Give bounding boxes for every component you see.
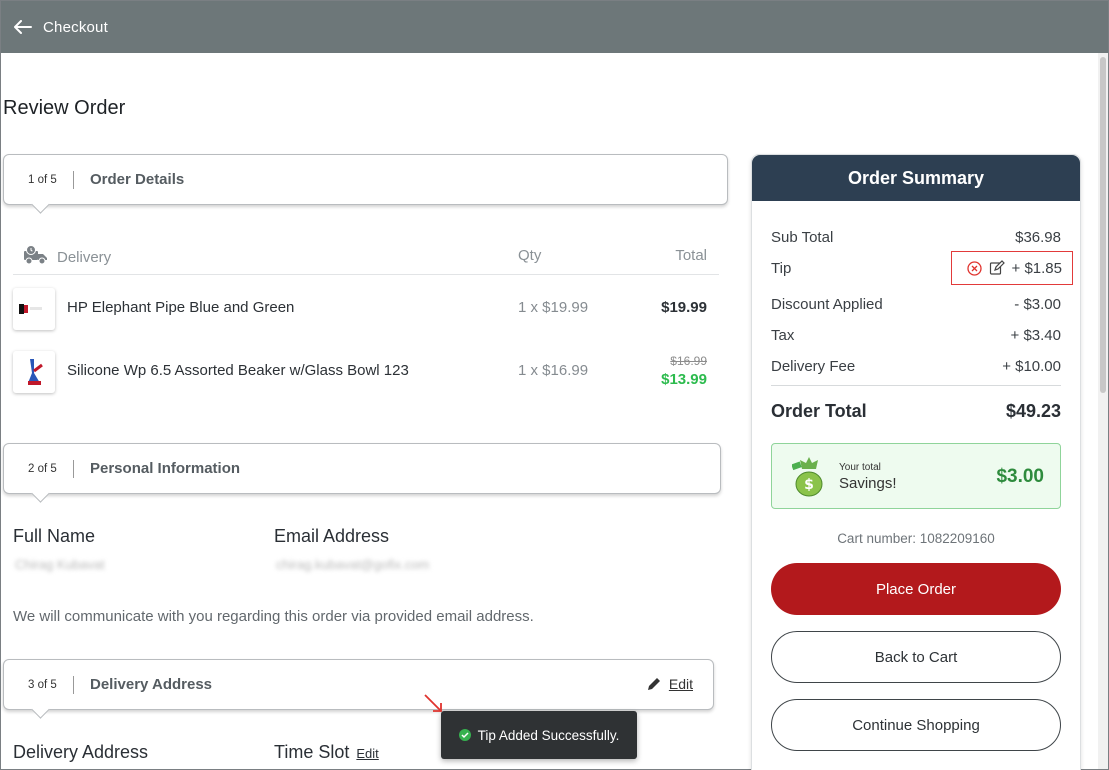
order-total-value: $49.23 [1005, 401, 1061, 421]
savings-subtitle: Your total [839, 462, 881, 473]
edit-delivery-address-button[interactable]: Edit [647, 676, 693, 692]
tip-label: Tip [771, 260, 792, 277]
continue-shopping-button[interactable]: Continue Shopping [771, 699, 1061, 751]
discount-row: Discount Applied - $3.00 [771, 296, 1061, 313]
order-summary-panel: Order Summary Sub Total $36.98 Tip + $1.… [751, 154, 1081, 770]
tip-value: + $1.85 [1011, 259, 1062, 277]
sub-total-row: Sub Total $36.98 [771, 229, 1061, 246]
sub-total-value: $36.98 [1015, 229, 1061, 246]
product-total: $19.99 [661, 299, 707, 316]
tip-controls: + $1.85 [951, 251, 1073, 285]
place-order-button[interactable]: Place Order [771, 563, 1061, 615]
money-bag-icon: $ [792, 457, 823, 497]
cart-number: Cart number: 1082209160 [837, 531, 995, 546]
savings-label: Savings! [839, 475, 897, 492]
delivery-fee-row: Delivery Fee + $10.00 [771, 358, 1061, 375]
step-number: 3 of 5 [4, 675, 74, 694]
discount-label: Discount Applied [771, 296, 883, 313]
time-slot-edit-link[interactable]: Edit [356, 746, 378, 761]
order-total-label: Order Total [771, 401, 867, 421]
delivery-fee-label: Delivery Fee [771, 358, 856, 375]
total-column-header: Total [675, 247, 707, 264]
table-row: HP Elephant Pipe Blue and Green 1 x $19.… [13, 286, 719, 330]
product-name: HP Elephant Pipe Blue and Green [67, 299, 295, 316]
svg-text:$: $ [804, 477, 814, 493]
savings-amount: $3.00 [996, 466, 1044, 487]
back-to-cart-button[interactable]: Back to Cart [771, 631, 1061, 683]
delivery-header-label: Delivery [57, 248, 112, 266]
full-name-label: Full Name [13, 526, 96, 546]
step-number: 2 of 5 [4, 459, 74, 478]
time-slot: Time Slot Edit [274, 742, 379, 763]
toast-message: Tip Added Successfully. [477, 727, 620, 743]
pencil-icon [647, 678, 660, 690]
edit-label: Edit [668, 676, 693, 692]
savings-box: $ Your total Savings! $3.00 [771, 443, 1061, 509]
scrollbar-thumb[interactable] [1100, 57, 1106, 393]
email-address-label: Email Address [274, 526, 390, 546]
order-summary-title: Order Summary [752, 155, 1080, 201]
step-label: Order Details [90, 171, 185, 188]
back-arrow-icon[interactable] [9, 13, 37, 41]
delivery-address-label: Delivery Address [13, 742, 149, 762]
table-row: Silicone Wp 6.5 Assorted Beaker w/Glass … [13, 349, 719, 393]
remove-tip-icon[interactable] [966, 260, 982, 276]
discounted-price: $13.99 [661, 371, 707, 388]
scrollbar[interactable] [1098, 53, 1108, 769]
delivery-column-header: Delivery [23, 245, 111, 269]
original-price: $16.99 [670, 354, 707, 368]
product-thumbnail[interactable] [13, 288, 55, 330]
order-total-row: Order Total $49.23 [771, 401, 1061, 422]
full-name-value: Chirag Kubavat [15, 557, 105, 572]
summary-divider [771, 385, 1061, 386]
product-name: Silicone Wp 6.5 Assorted Beaker w/Glass … [67, 362, 409, 379]
sub-total-label: Sub Total [771, 229, 834, 246]
tax-value: + $3.40 [1010, 327, 1061, 344]
tax-label: Tax [771, 327, 795, 344]
discount-value: - $3.00 [1014, 296, 1061, 313]
step-number: 1 of 5 [4, 170, 74, 189]
header-title: Checkout [43, 18, 108, 36]
email-notice: We will communicate with you regarding t… [13, 608, 534, 625]
delivery-fee-value: + $10.00 [1002, 358, 1061, 375]
edit-tip-icon[interactable] [989, 260, 1005, 276]
time-slot-label: Time Slot [274, 742, 350, 762]
tax-row: Tax + $3.40 [771, 327, 1061, 344]
product-qty: 1 x $16.99 [518, 362, 589, 379]
delivery-truck-icon [23, 245, 49, 269]
email-address-value: chirag.kubavat@gofix.com [276, 557, 430, 572]
toast-notification: Tip Added Successfully. [441, 711, 637, 759]
top-bar: Checkout [1, 1, 1108, 53]
qty-column-header: Qty [518, 247, 542, 264]
step-personal-information[interactable]: 2 of 5 Personal Information [3, 443, 721, 494]
items-table-header: Delivery Qty Total [13, 241, 719, 275]
success-check-icon [458, 729, 471, 741]
product-thumbnail[interactable] [13, 351, 55, 393]
page-title: Review Order [3, 97, 126, 119]
step-order-details[interactable]: 1 of 5 Order Details [3, 154, 728, 205]
step-delivery-address[interactable]: 3 of 5 Delivery Address Edit [3, 659, 714, 710]
product-qty: 1 x $19.99 [518, 299, 589, 316]
step-label: Personal Information [90, 460, 241, 477]
step-label: Delivery Address [90, 676, 213, 693]
